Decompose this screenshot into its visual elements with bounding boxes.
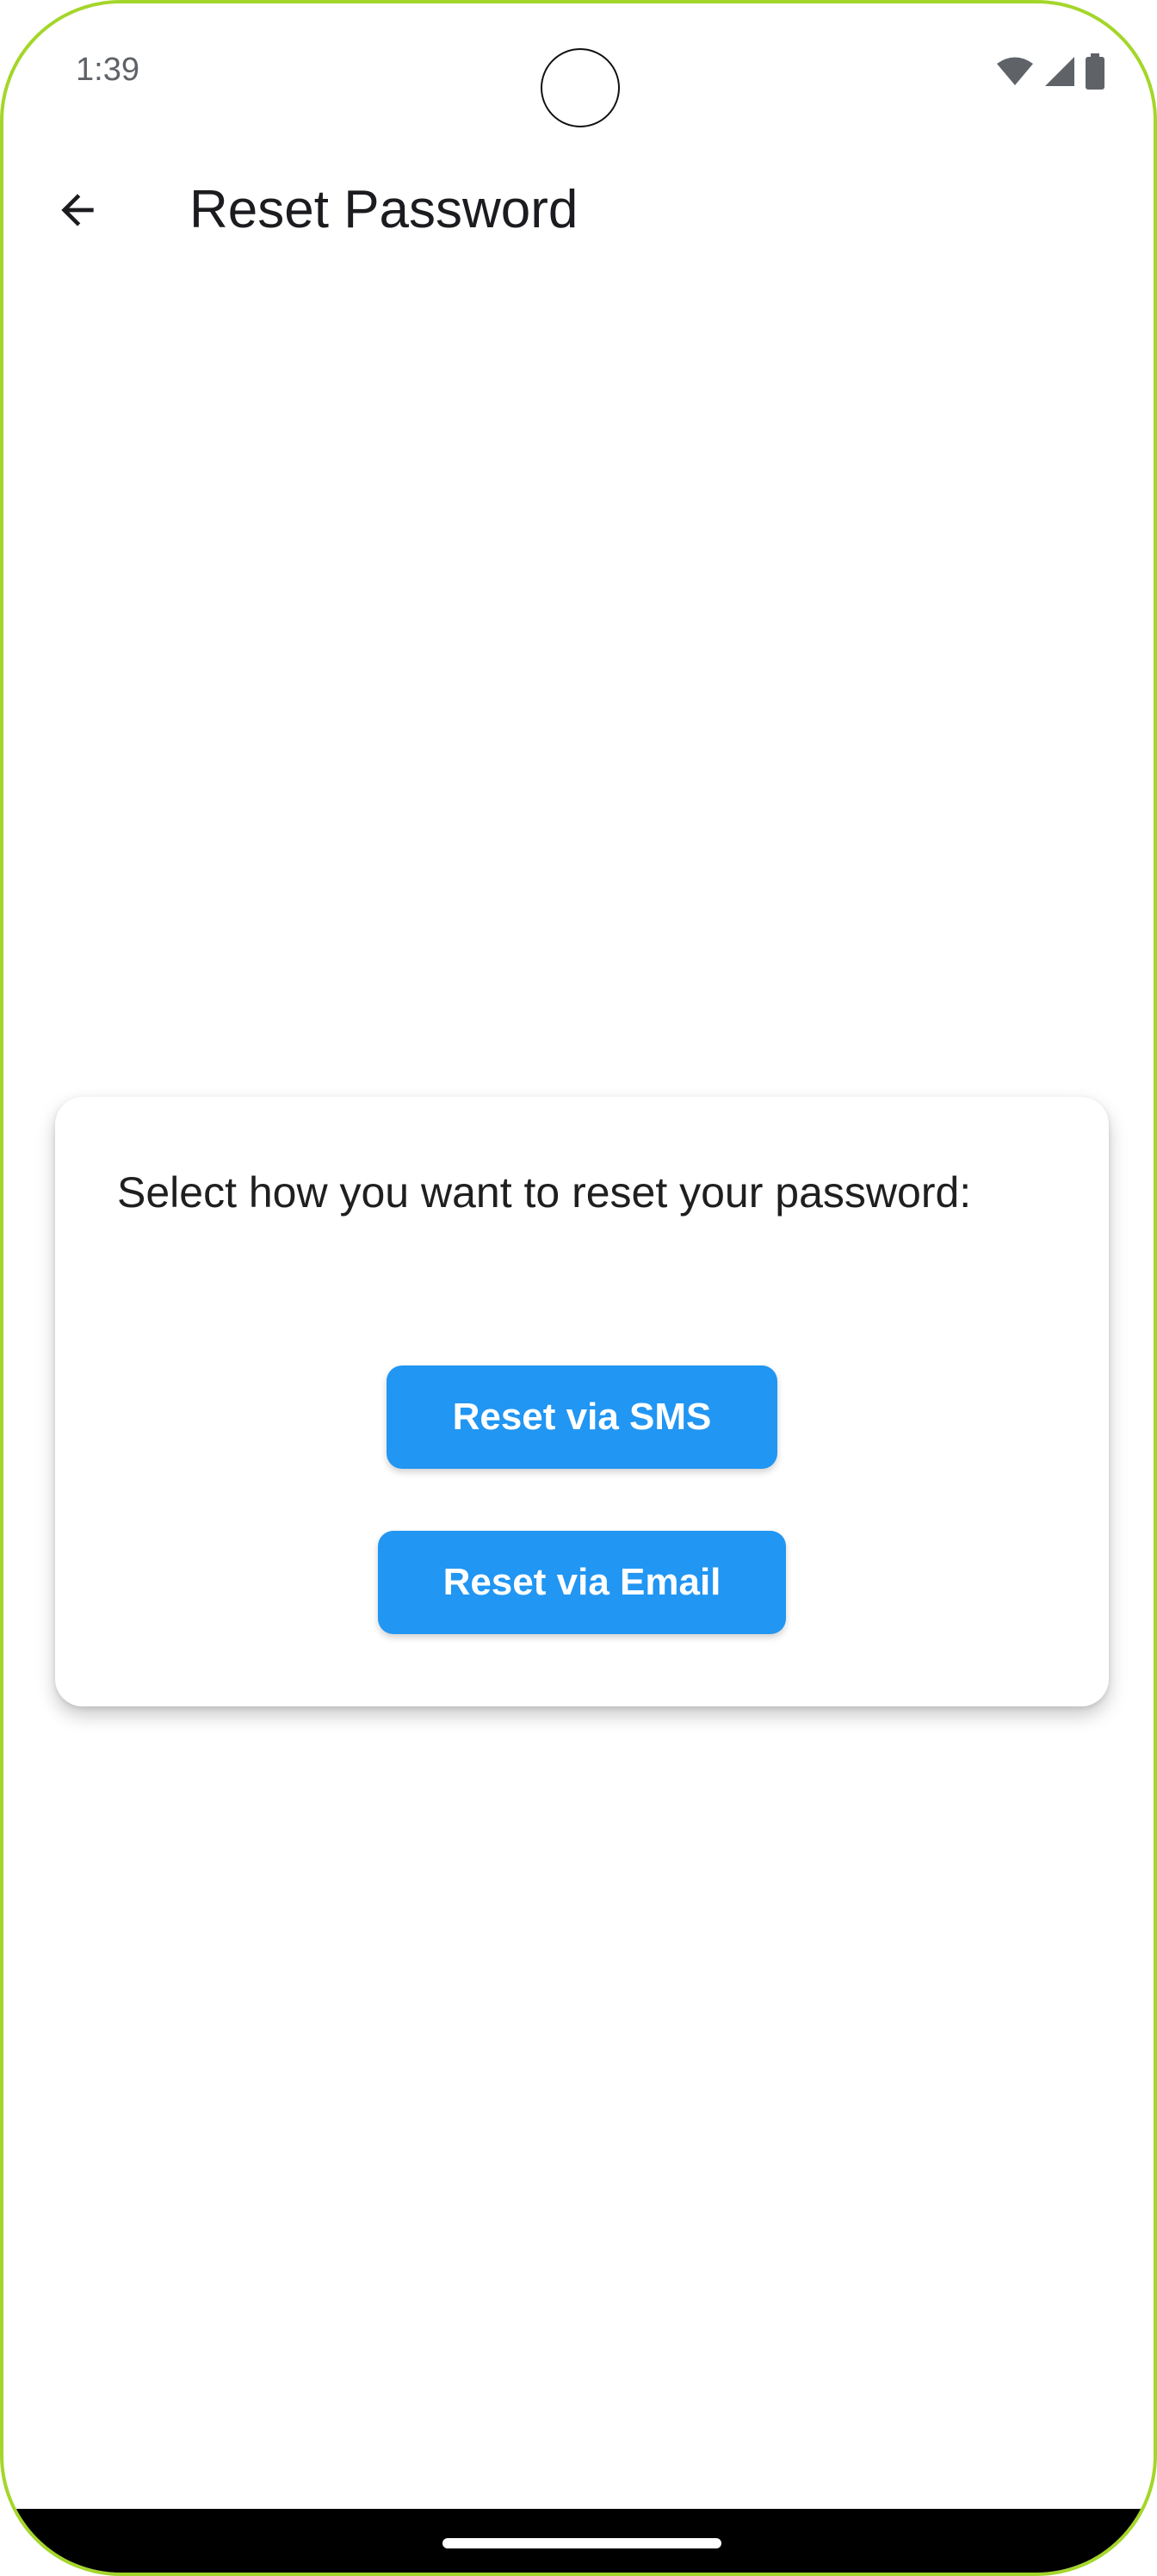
battery-icon	[1086, 53, 1104, 90]
status-bar: 1:39	[3, 3, 1154, 133]
back-button[interactable]	[45, 177, 110, 243]
status-time: 1:39	[76, 52, 139, 88]
reset-via-sms-button[interactable]: Reset via SMS	[387, 1365, 777, 1469]
reset-prompt-text: Select how you want to reset your passwo…	[117, 1168, 972, 1217]
arrow-left-icon	[61, 194, 94, 226]
page-title: Reset Password	[189, 180, 578, 239]
cellular-signal-icon	[1045, 57, 1074, 86]
reset-options-card: Select how you want to reset your passwo…	[55, 1097, 1109, 1706]
reset-via-email-button[interactable]: Reset via Email	[378, 1531, 786, 1634]
front-camera	[541, 48, 620, 127]
app-bar: Reset Password	[3, 150, 1154, 270]
home-indicator[interactable]	[442, 2538, 721, 2548]
device-frame: 1:39 Reset Password Select how you want …	[0, 0, 1157, 2576]
system-nav-bar	[3, 2509, 1154, 2573]
status-icons	[995, 53, 1105, 90]
wifi-icon	[997, 57, 1033, 85]
